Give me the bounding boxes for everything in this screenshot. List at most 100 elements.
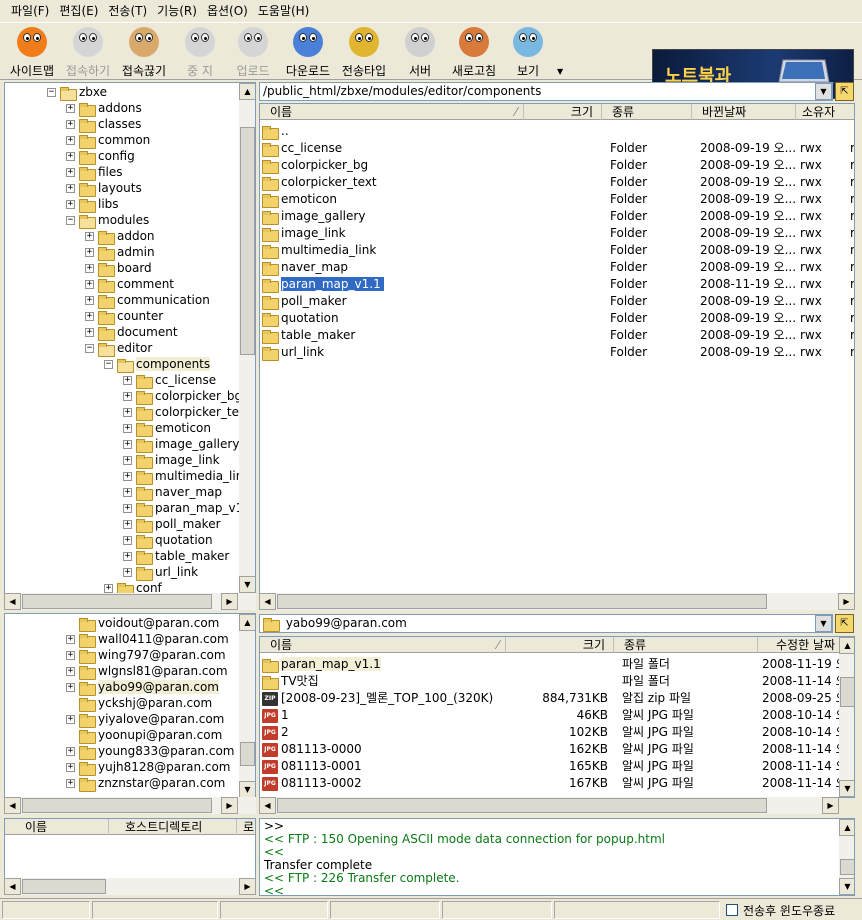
col-type[interactable]: 종류 — [602, 104, 692, 120]
col-name[interactable]: 이름 ⁄ — [260, 104, 524, 120]
tree-expand-toggle[interactable]: + — [104, 584, 113, 593]
tree-expand-toggle[interactable]: + — [66, 747, 75, 756]
scroll-thumb[interactable] — [22, 879, 106, 894]
tree-node[interactable]: + libs — [66, 196, 119, 213]
menu-item[interactable]: 파일(F) — [6, 0, 54, 22]
remote-folder-up-button[interactable]: ⇱ — [835, 82, 854, 101]
tree-expand-toggle[interactable]: + — [85, 328, 94, 337]
tree-expand-toggle[interactable]: + — [123, 568, 132, 577]
file-row[interactable]: TV맛집 파일 폴더 2008-11-14 오 — [260, 673, 847, 690]
tree-expand-toggle[interactable]: + — [66, 120, 75, 129]
tree-node[interactable]: + colorpicker_bg — [123, 388, 242, 405]
tree-node[interactable]: + layouts — [66, 180, 142, 197]
local-list-hscroll[interactable]: ◀ ▶ — [259, 797, 839, 814]
scroll-up-button[interactable]: ▲ — [839, 819, 854, 836]
tree-expand-toggle[interactable]: + — [66, 779, 75, 788]
tree-node[interactable]: + table_maker — [123, 548, 229, 565]
tree-expand-toggle[interactable]: + — [123, 520, 132, 529]
tree-node[interactable]: + cc_license — [123, 372, 216, 389]
scroll-down-button[interactable]: ▼ — [239, 576, 255, 593]
tree-expand-toggle[interactable]: + — [123, 376, 132, 385]
tree-node[interactable]: + poll_maker — [123, 516, 221, 533]
col-type[interactable]: 종류 — [614, 637, 758, 653]
col-name[interactable]: 이름 ⁄ — [260, 637, 506, 653]
tree-expand-toggle[interactable]: − — [104, 360, 113, 369]
local-folder-up-button[interactable]: ⇱ — [835, 614, 854, 633]
file-row[interactable]: .. — [260, 123, 854, 140]
menu-item[interactable]: 기능(R) — [152, 0, 202, 22]
toolbar-button[interactable]: 다운로드 — [280, 25, 336, 79]
file-row[interactable]: quotation Folder 2008-09-19 오...rwx r- — [260, 310, 854, 327]
scroll-right-button[interactable]: ▶ — [239, 878, 256, 895]
toolbar-button[interactable]: 사이트맵 — [4, 25, 60, 79]
file-row[interactable]: JPG 2 102KB 알씨 JPG 파일 2008-10-14 오 — [260, 724, 847, 741]
col-host-dir[interactable]: 호스트디렉토리 — [109, 819, 237, 835]
toolbar-button[interactable]: 접속끊기 — [116, 25, 172, 79]
tree-node[interactable]: yoonupi@paran.com — [66, 727, 222, 744]
scroll-thumb[interactable] — [22, 798, 212, 813]
tree-node[interactable]: + communication — [85, 292, 210, 309]
col-size[interactable]: 크기 — [506, 637, 614, 653]
tree-node[interactable]: + emoticon — [123, 420, 211, 437]
tree-expand-toggle[interactable]: + — [123, 472, 132, 481]
tree-expand-toggle[interactable]: + — [66, 200, 75, 209]
tree-expand-toggle[interactable]: + — [66, 152, 75, 161]
tree-node[interactable]: + classes — [66, 116, 141, 133]
tree-node[interactable]: + config — [66, 148, 135, 165]
menu-item[interactable]: 옵션(O) — [202, 0, 253, 22]
scroll-down-button[interactable]: ▼ — [239, 781, 255, 798]
tree-node[interactable]: + yabo99@paran.com — [66, 679, 219, 696]
tree-node[interactable]: + admin — [85, 244, 155, 261]
tree-expand-toggle[interactable]: + — [66, 635, 75, 644]
tree-expand-toggle[interactable]: + — [66, 104, 75, 113]
toolbar-button[interactable]: 서버 — [392, 25, 448, 79]
scroll-right-button[interactable]: ▶ — [838, 593, 855, 610]
tree-node[interactable]: + quotation — [123, 532, 213, 549]
tree-expand-toggle[interactable]: + — [123, 440, 132, 449]
tree-expand-toggle[interactable]: − — [85, 344, 94, 353]
tree-expand-toggle[interactable]: + — [66, 651, 75, 660]
scroll-down-button[interactable]: ▼ — [839, 878, 854, 895]
file-row[interactable]: url_link Folder 2008-09-19 오...rwx r- — [260, 344, 854, 361]
toolbar-button[interactable]: 새로고침 — [446, 25, 502, 79]
file-row[interactable]: table_maker Folder 2008-09-19 오...rwx r- — [260, 327, 854, 344]
scroll-left-button[interactable]: ◀ — [4, 797, 21, 814]
close-after-transfer-checkbox[interactable] — [726, 904, 738, 916]
col-date[interactable]: 바뀐날짜 — [692, 104, 796, 120]
scroll-up-button[interactable]: ▲ — [239, 614, 255, 631]
tree-node[interactable]: + image_link — [123, 452, 220, 469]
local-path-dropdown[interactable]: ▼ — [815, 615, 832, 632]
tree-expand-toggle[interactable]: + — [123, 456, 132, 465]
file-row[interactable]: image_gallery Folder 2008-09-19 오...rwx r- — [260, 208, 854, 225]
tree-node[interactable]: + yiyalove@paran.com — [66, 711, 224, 728]
file-row[interactable]: JPG 081113-0000 162KB 알씨 JPG 파일 2008-11-14 오 — [260, 741, 847, 758]
tree-expand-toggle[interactable]: + — [85, 232, 94, 241]
tree-node[interactable]: + naver_map — [123, 484, 222, 501]
file-row[interactable]: JPG 081113-0002 167KB 알씨 JPG 파일 2008-11-14 오 — [260, 775, 847, 792]
col-size[interactable]: 크기 — [524, 104, 602, 120]
col-modified[interactable]: 수정한 날짜 — [758, 637, 840, 653]
tree-node[interactable]: + image_gallery — [123, 436, 239, 453]
col-name[interactable]: 이름 — [5, 819, 109, 835]
toolbar-button[interactable]: 보기 — [500, 25, 556, 79]
file-row[interactable]: JPG 1 46KB 알씨 JPG 파일 2008-10-14 오 — [260, 707, 847, 724]
file-row[interactable]: JPG 081113-0001 165KB 알씨 JPG 파일 2008-11-14 오 — [260, 758, 847, 775]
file-row[interactable]: multimedia_link Folder 2008-09-19 오... rwx r… — [260, 242, 854, 259]
tree-node[interactable]: + addon — [85, 228, 155, 245]
scroll-left-button[interactable]: ◀ — [4, 878, 21, 895]
scroll-thumb[interactable] — [240, 742, 255, 766]
tree-node[interactable]: + board — [85, 260, 152, 277]
tree-node[interactable]: + addons — [66, 100, 142, 117]
scroll-thumb[interactable] — [277, 594, 767, 609]
tree-expand-toggle[interactable]: + — [85, 280, 94, 289]
tree-expand-toggle[interactable]: + — [123, 504, 132, 513]
scroll-thumb[interactable] — [240, 127, 255, 355]
tree-node[interactable]: + colorpicker_te — [123, 404, 239, 421]
tree-expand-toggle[interactable]: − — [66, 216, 75, 225]
tree-expand-toggle[interactable]: + — [123, 408, 132, 417]
col-local[interactable]: 로 — [237, 819, 255, 835]
log-vscroll[interactable]: ▲ ▼ — [839, 819, 854, 895]
file-row[interactable]: poll_maker Folder 2008-09-19 오...rwx r- — [260, 293, 854, 310]
file-row[interactable]: paran_map_v1.1 Folder 2008-11-19 오...rwx r- — [260, 276, 854, 293]
scroll-left-button[interactable]: ◀ — [259, 797, 276, 814]
